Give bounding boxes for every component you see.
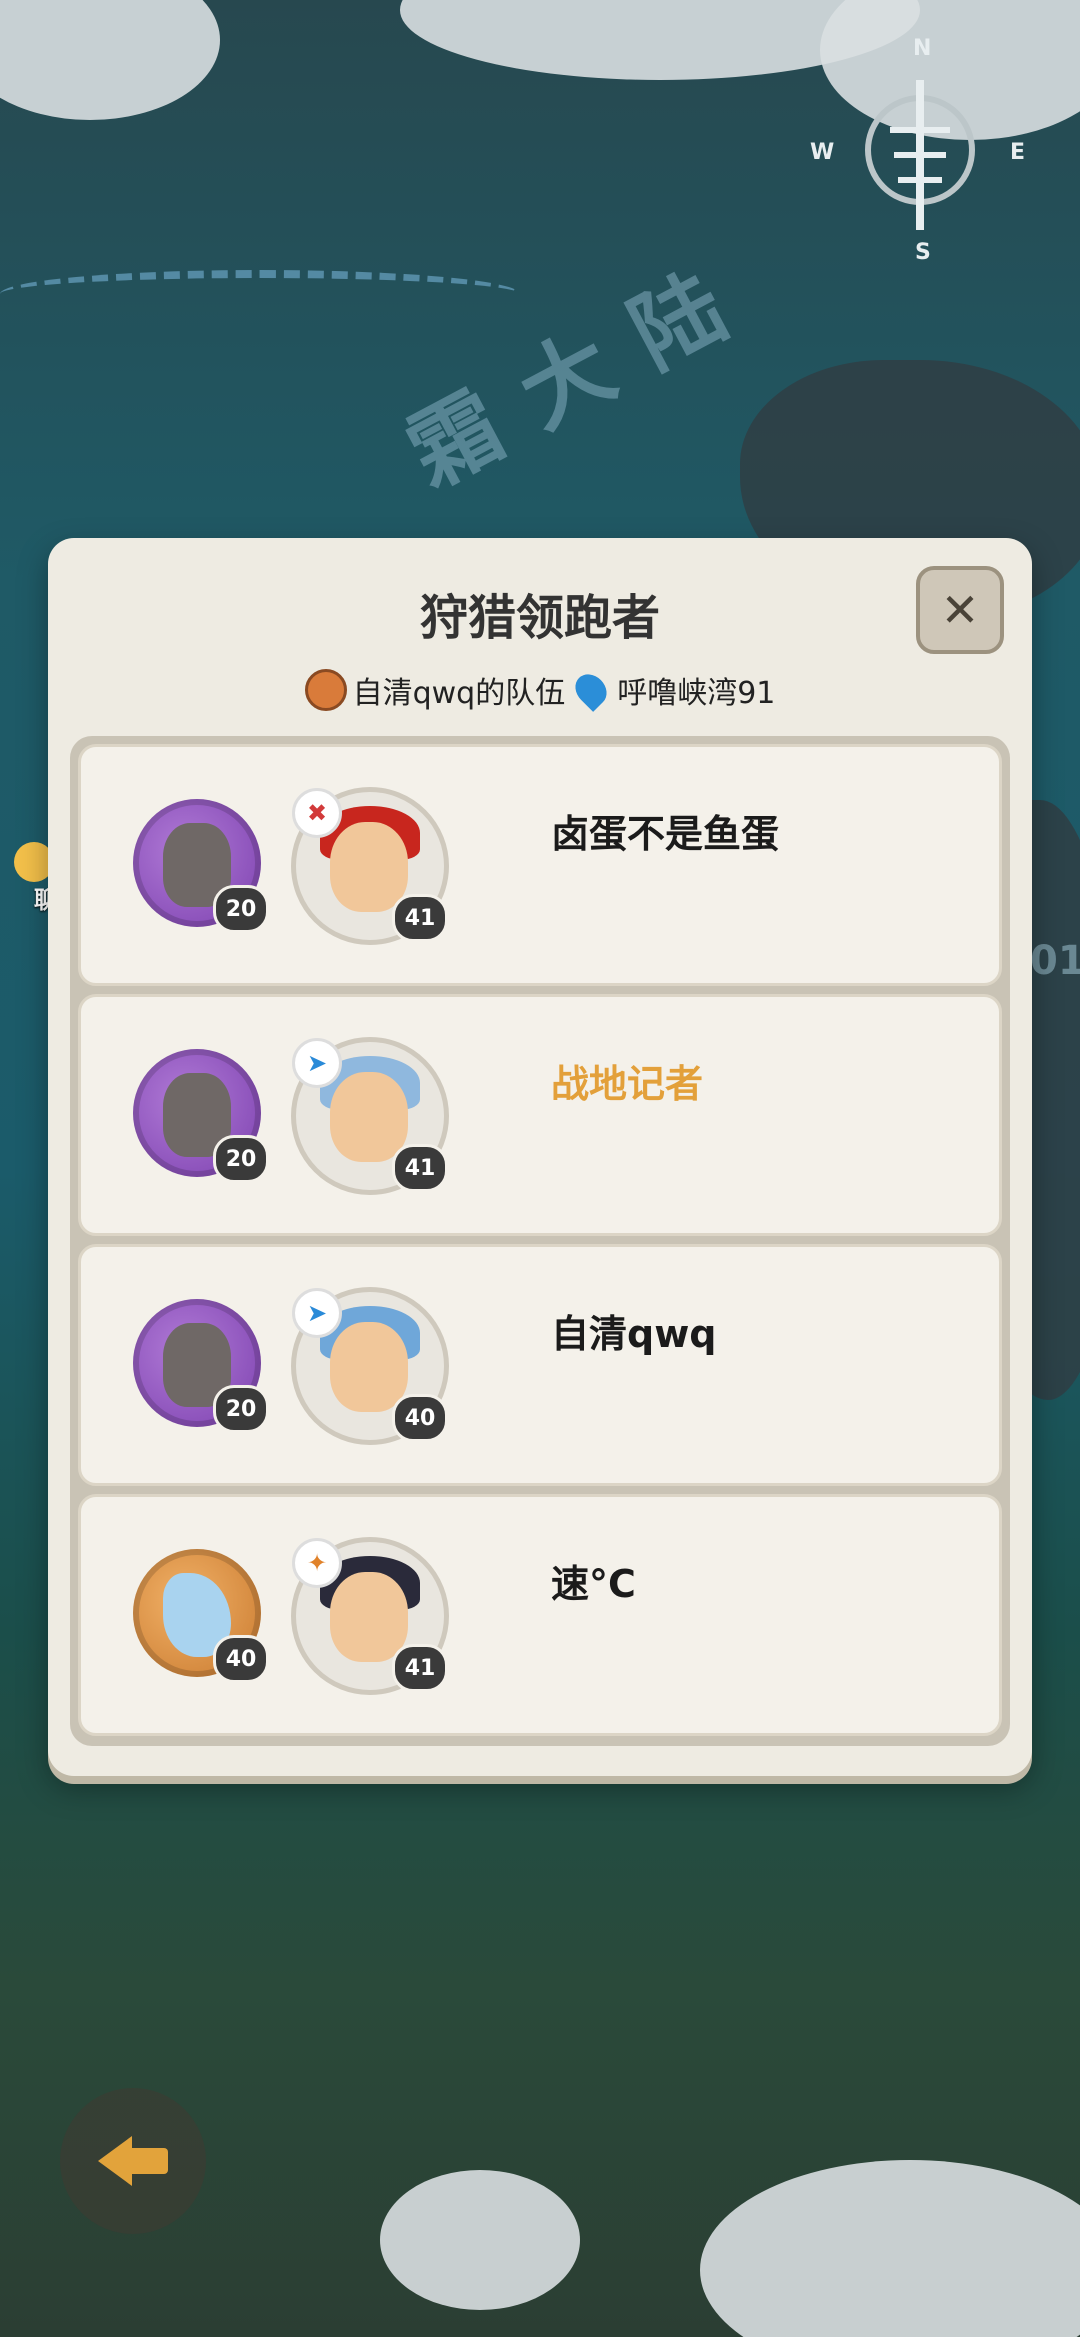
class-icon: ✦ <box>292 1538 342 1588</box>
pet-level-badge: 40 <box>213 1635 269 1683</box>
compass: N S W E <box>810 30 1030 270</box>
player-name: 卤蛋不是鱼蛋 <box>551 812 780 856</box>
pet-avatar: 20 <box>133 1049 269 1183</box>
class-icon: ✖ <box>292 788 342 838</box>
hero-avatar: ✖ 41 <box>291 787 449 945</box>
pet-level-badge: 20 <box>213 1135 269 1183</box>
team-info: 自清qwq的队伍 呼噜峡湾91 <box>48 668 1032 712</box>
route-line <box>0 270 520 318</box>
player-row[interactable]: 20 ➤ 40 自清qwq <box>78 1244 1002 1486</box>
pet-level-badge: 20 <box>213 885 269 933</box>
hero-portrait <box>330 1572 408 1662</box>
player-row[interactable]: 20 ➤ 41 战地记者 <box>78 994 1002 1236</box>
hero-level-badge: 41 <box>392 1644 448 1692</box>
hero-avatar: ✦ 41 <box>291 1537 449 1695</box>
dialog-title: 狩猎领跑者 <box>419 590 660 646</box>
back-button[interactable] <box>60 2088 206 2234</box>
pet-avatar: 20 <box>133 799 269 933</box>
hero-portrait <box>330 1072 408 1162</box>
close-icon: ✕ <box>940 583 980 637</box>
fishbone-compass-icon <box>865 80 975 230</box>
class-icon: ➤ <box>292 1038 342 1088</box>
player-name: 战地记者 <box>551 1062 704 1106</box>
cloud <box>380 2170 580 2310</box>
team-name: 自清qwq的队伍 <box>352 676 566 711</box>
player-name: 自清qwq <box>551 1312 717 1356</box>
pet-avatar: 20 <box>133 1299 269 1433</box>
pet-level-badge: 20 <box>213 1385 269 1433</box>
player-row[interactable]: 40 ✦ 41 速°C <box>78 1494 1002 1736</box>
location-pin-icon <box>569 668 614 712</box>
back-arrow-icon <box>98 2136 168 2186</box>
map-region-label: 霜大陆 <box>391 237 775 508</box>
player-row[interactable]: 20 ✖ 41 卤蛋不是鱼蛋 <box>78 744 1002 986</box>
cloud <box>0 0 220 120</box>
pet-avatar: 40 <box>133 1549 269 1683</box>
class-icon: ➤ <box>292 1288 342 1338</box>
team-helmet-icon <box>304 669 347 711</box>
map-side-label: 01 <box>1030 938 1080 984</box>
hero-level-badge: 40 <box>392 1394 448 1442</box>
hero-level-badge: 41 <box>392 1144 448 1192</box>
cloud <box>700 2160 1080 2337</box>
hero-portrait <box>330 1322 408 1412</box>
close-button[interactable]: ✕ <box>916 566 1004 654</box>
team-location: 呼噜峡湾91 <box>617 676 776 711</box>
hero-avatar: ➤ 40 <box>291 1287 449 1445</box>
hero-portrait <box>330 822 408 912</box>
hero-level-badge: 41 <box>392 894 448 942</box>
hunting-leaders-dialog: 狩猎领跑者 ✕ 自清qwq的队伍 呼噜峡湾91 20 ✖ 41 卤蛋不是鱼蛋 2… <box>48 538 1032 1776</box>
player-name: 速°C <box>551 1562 636 1606</box>
player-list: 20 ✖ 41 卤蛋不是鱼蛋 20 ➤ 41 战地记者 20 ➤ 40 自清qw… <box>70 736 1010 1746</box>
hero-avatar: ➤ 41 <box>291 1037 449 1195</box>
